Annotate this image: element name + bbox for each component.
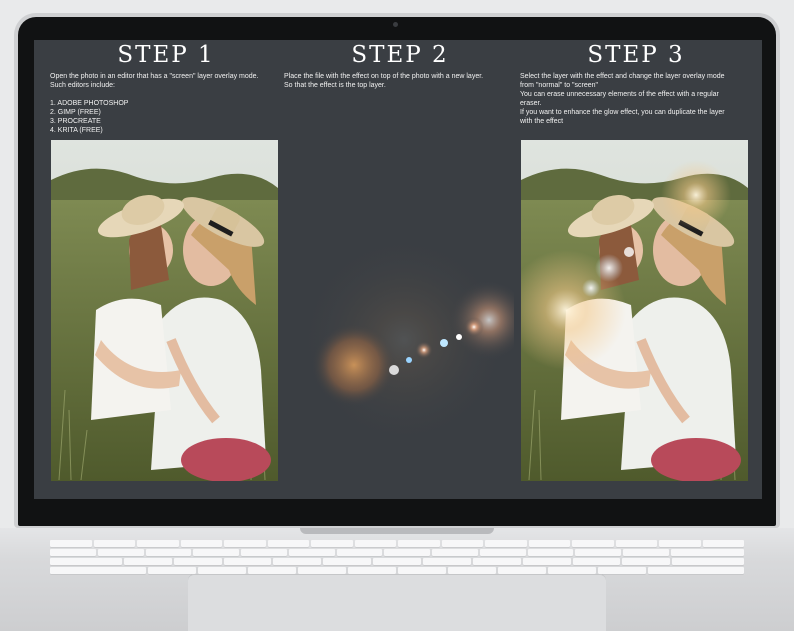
before-photo: [51, 140, 278, 481]
step-1-panel: STEP 1 Open the photo in an editor that …: [50, 40, 300, 499]
step-2-instructions: Place the file with the effect on top of…: [284, 73, 484, 89]
step-3-title: STEP 3: [587, 42, 685, 68]
after-photo: [521, 140, 748, 481]
laptop-screen: STEP 1 Open the photo in an editor that …: [34, 40, 762, 499]
mother-and-daughter-photo: [51, 140, 278, 481]
step-2-title: STEP 2: [351, 42, 449, 68]
step-1-instructions: Open the photo in an editor that has a "…: [50, 73, 259, 134]
lens-flare-icon: [294, 230, 529, 450]
lens-flare-effect: [284, 215, 529, 450]
mother-and-daughter-with-flare-photo: [521, 140, 748, 481]
laptop-trackpad: [188, 574, 606, 631]
laptop-hinge: [300, 528, 494, 534]
step-3-instructions: Select the layer with the effect and cha…: [520, 73, 725, 125]
webcam-icon: [393, 22, 398, 27]
laptop-keyboard: [50, 540, 745, 574]
step-3-panel: STEP 3 Select the layer with the effect …: [520, 40, 752, 499]
step-1-title: STEP 1: [117, 42, 215, 68]
